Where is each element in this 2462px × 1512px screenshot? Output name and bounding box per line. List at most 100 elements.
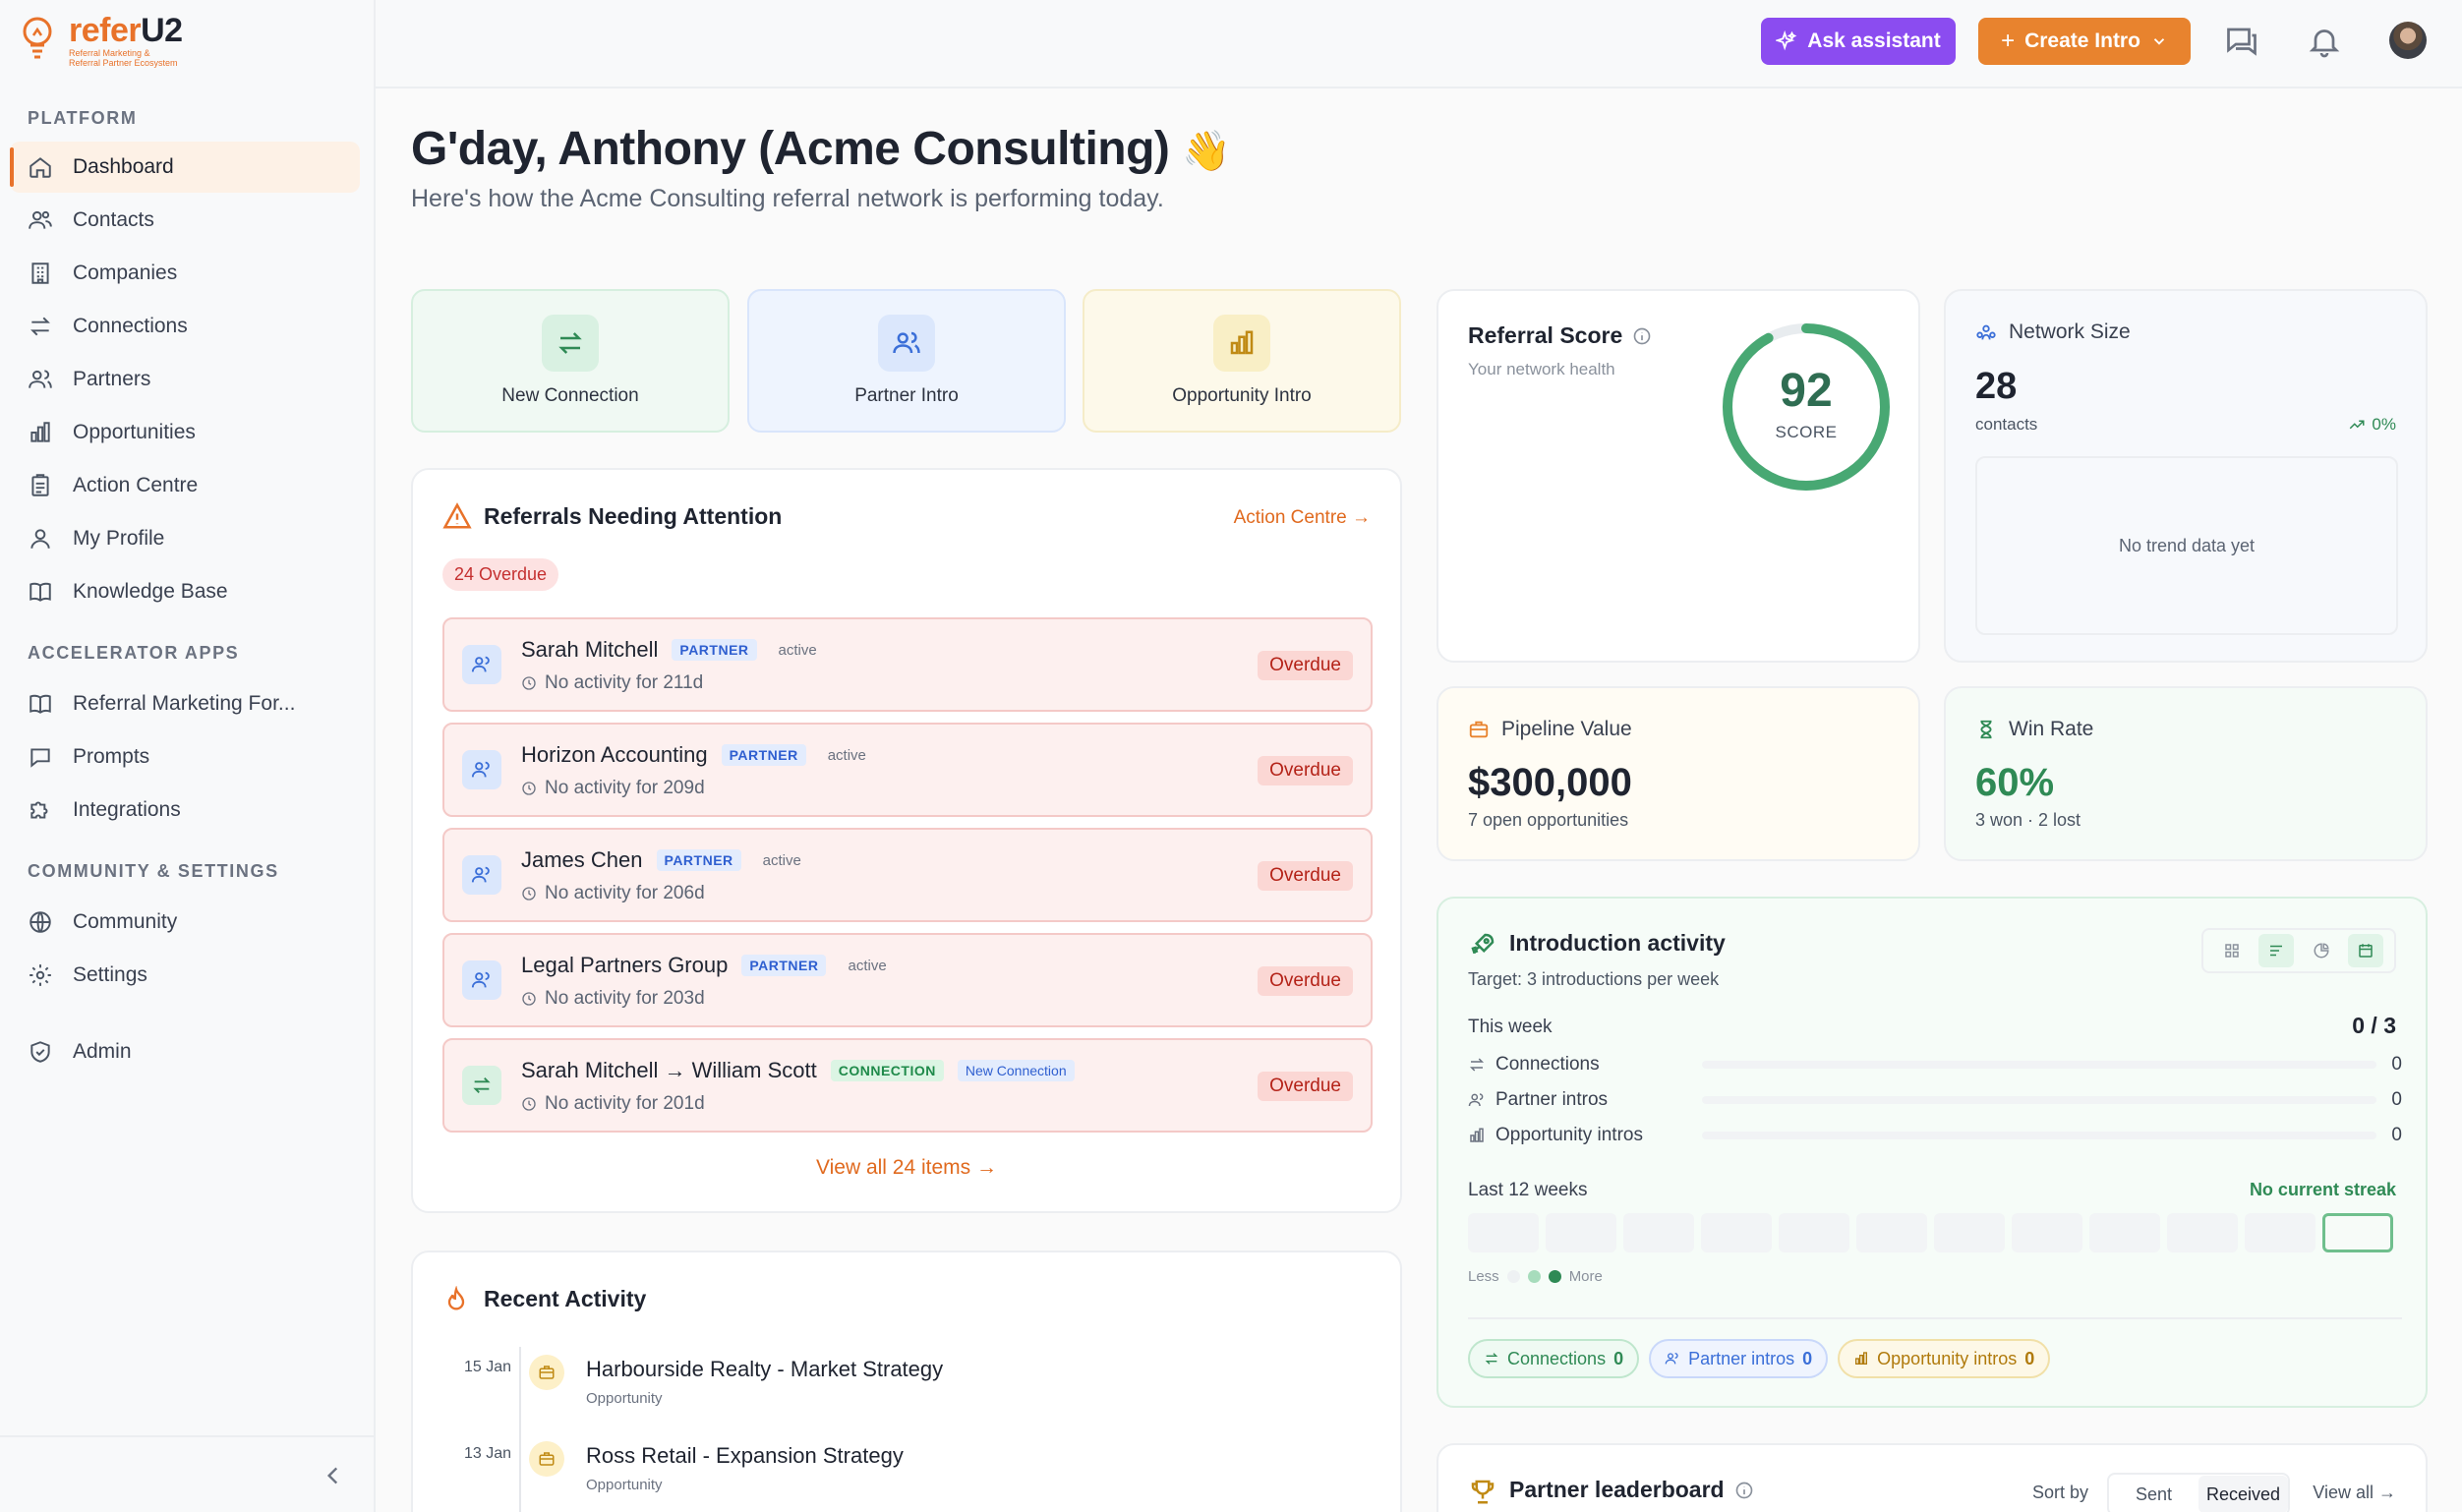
- sidebar-item-admin[interactable]: Admin: [10, 1026, 360, 1077]
- page-title: G'day, Anthony (Acme Consulting) 👋: [411, 122, 1231, 176]
- sidebar-item-dashboard[interactable]: Dashboard: [10, 142, 360, 193]
- create-intro-label: Create Intro: [2024, 29, 2140, 52]
- sidebar-item-action-centre[interactable]: Action Centre: [10, 460, 360, 511]
- app-logo[interactable]: referU2 Referral Marketing & Referral Pa…: [18, 14, 183, 69]
- streak-status: No current streak: [2249, 1180, 2396, 1199]
- chip-opportunity-intros[interactable]: Opportunity intros 0: [1838, 1339, 2051, 1378]
- bar-chart-icon: [30, 422, 50, 442]
- create-intro-button[interactable]: + Create Intro: [1978, 18, 2191, 65]
- new-connection-card[interactable]: New Connection: [411, 289, 730, 433]
- pipeline-sub: 7 open opportunities: [1468, 810, 1629, 830]
- this-week-label: This week: [1468, 1017, 1553, 1037]
- referral-row[interactable]: James Chen PARTNER active No activity for …: [442, 828, 1373, 922]
- opportunity-intro-card[interactable]: Opportunity Intro: [1083, 289, 1401, 433]
- pie-view-button[interactable]: [2304, 934, 2339, 967]
- activity-date: 15 Jan: [464, 1359, 512, 1375]
- win-rate-sub: 3 won · 2 lost: [1975, 810, 2081, 830]
- referral-row[interactable]: Sarah Mitchell PARTNER active No activity …: [442, 617, 1373, 712]
- week-cell[interactable]: [1701, 1213, 1772, 1252]
- home-icon: [29, 157, 51, 178]
- nav-heading-accelerator: ACCELERATOR APPS: [28, 643, 240, 663]
- opportunity-intro-label: Opportunity Intro: [1172, 385, 1312, 406]
- week-cell[interactable]: [2167, 1213, 2238, 1252]
- info-icon[interactable]: [1734, 1481, 1754, 1500]
- status-tag: active: [762, 851, 801, 869]
- users-icon: [1665, 1353, 1678, 1365]
- referral-activity: No activity for 209d: [545, 778, 705, 798]
- sidebar-item-companies[interactable]: Companies: [10, 248, 360, 299]
- brand-prefix: refer: [69, 12, 142, 49]
- activity-marker: [529, 1441, 564, 1477]
- warning-icon: [442, 502, 472, 529]
- week-cell[interactable]: [1468, 1213, 1539, 1252]
- referral-score-card: Referral Score Your network health 92 SC…: [1436, 289, 1920, 663]
- activity-name[interactable]: Harbourside Realty - Market Strategy: [586, 1357, 943, 1382]
- chip-connections[interactable]: Connections 0: [1468, 1339, 1640, 1378]
- puzzle-icon: [30, 801, 48, 819]
- divider: [1468, 1317, 2402, 1319]
- week-cell-current[interactable]: [2322, 1213, 2393, 1252]
- partner-intro-card[interactable]: Partner Intro: [747, 289, 1066, 433]
- week-cell[interactable]: [2245, 1213, 2315, 1252]
- week-cell[interactable]: [1623, 1213, 1694, 1252]
- status-tag: active: [848, 957, 887, 974]
- sidebar-item-opportunities[interactable]: Opportunities: [10, 407, 360, 458]
- week-cell[interactable]: [2089, 1213, 2160, 1252]
- chevron-down-icon: [2153, 38, 2165, 45]
- recent-activity-title: Recent Activity: [484, 1286, 647, 1311]
- sidebar-item-prompts[interactable]: Prompts: [10, 731, 360, 783]
- legend-swatch: [1548, 1270, 1561, 1283]
- sidebar-item-integrations[interactable]: Integrations: [10, 785, 360, 836]
- sidebar-item-knowledge-base[interactable]: Knowledge Base: [10, 566, 360, 617]
- progress-bar: [1702, 1096, 2376, 1104]
- info-icon[interactable]: [1632, 326, 1652, 346]
- win-rate-title: Win Rate: [2009, 718, 2094, 740]
- network-size-title: Network Size: [2009, 320, 2131, 343]
- sidebar-item-referral-marketing[interactable]: Referral Marketing For...: [10, 678, 360, 729]
- collapse-sidebar-icon[interactable]: [321, 1463, 346, 1488]
- calendar-view-button[interactable]: [2348, 934, 2384, 967]
- partner-intro-label: Partner Intro: [854, 385, 959, 406]
- referral-row[interactable]: Horizon Accounting PARTNER active No activ…: [442, 723, 1373, 817]
- week-cell[interactable]: [1934, 1213, 2005, 1252]
- referral-row[interactable]: Legal Partners Group PARTNER active No act…: [442, 933, 1373, 1027]
- grid-view-button[interactable]: [2214, 934, 2250, 967]
- week-cell[interactable]: [1856, 1213, 1927, 1252]
- users-icon: [471, 971, 490, 988]
- wave-emoji: 👋: [1182, 130, 1231, 173]
- bell-icon[interactable]: [2307, 24, 2342, 59]
- intro-row-value: 0: [2391, 1089, 2402, 1110]
- grid-icon: [2225, 944, 2239, 958]
- arrows-icon: [473, 1077, 491, 1093]
- clock-icon: [522, 992, 536, 1006]
- user-avatar[interactable]: [2389, 22, 2427, 59]
- week-cell[interactable]: [1779, 1213, 1849, 1252]
- sidebar-item-connections[interactable]: Connections: [10, 301, 360, 352]
- week-cell[interactable]: [1546, 1213, 1616, 1252]
- chip-partner-intros[interactable]: Partner intros 0: [1649, 1339, 1829, 1378]
- users-icon: [1468, 1093, 1484, 1107]
- sidebar-item-community[interactable]: Community: [10, 897, 360, 948]
- list-view-button[interactable]: [2258, 934, 2295, 967]
- week-cell[interactable]: [2012, 1213, 2082, 1252]
- sidebar-item-label: Knowledge Base: [73, 580, 228, 603]
- legend-swatch: [1506, 1270, 1520, 1283]
- this-week-value: 0 / 3: [2352, 1013, 2396, 1038]
- sidebar-item-settings[interactable]: Settings: [10, 950, 360, 1001]
- referral-row[interactable]: Sarah Mitchell → William Scott CONNECTION…: [442, 1038, 1373, 1133]
- sort-sent-button[interactable]: Sent: [2109, 1476, 2198, 1512]
- network-change: 0%: [2372, 415, 2396, 434]
- sidebar-item-label: Integrations: [73, 798, 181, 821]
- activity-name[interactable]: Ross Retail - Expansion Strategy: [586, 1443, 904, 1469]
- messages-icon[interactable]: [2224, 24, 2259, 59]
- sidebar-item-partners[interactable]: Partners: [10, 354, 360, 405]
- leaderboard-view-all-link[interactable]: View all →: [2313, 1483, 2396, 1503]
- view-all-items-link[interactable]: View all 24 items →: [413, 1156, 1400, 1180]
- users-icon: [893, 331, 920, 354]
- action-centre-link[interactable]: Action Centre →: [1234, 507, 1371, 529]
- sidebar-item-contacts[interactable]: Contacts: [10, 195, 360, 246]
- sidebar-item-my-profile[interactable]: My Profile: [10, 513, 360, 564]
- chip-value: 0: [1613, 1348, 1624, 1368]
- sort-received-button[interactable]: Received: [2198, 1476, 2288, 1512]
- ask-assistant-button[interactable]: Ask assistant: [1761, 18, 1956, 65]
